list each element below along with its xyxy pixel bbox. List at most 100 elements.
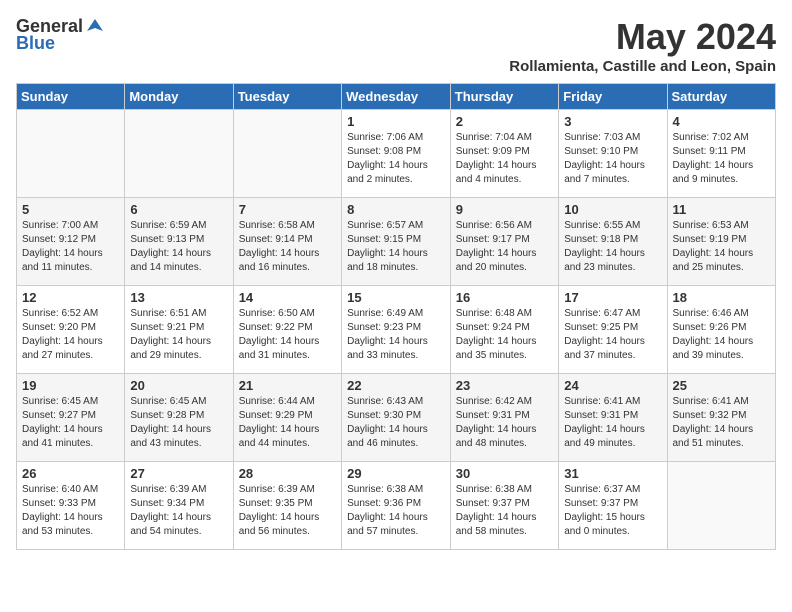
day-info: Sunrise: 6:47 AM Sunset: 9:25 PM Dayligh… — [564, 307, 661, 363]
day-info: Sunrise: 6:53 AM Sunset: 9:19 PM Dayligh… — [673, 219, 771, 275]
day-of-week-header: Tuesday — [233, 84, 341, 110]
day-number: 24 — [564, 378, 661, 393]
day-info: Sunrise: 6:58 AM Sunset: 9:14 PM Dayligh… — [239, 219, 336, 275]
calendar-cell: 4Sunrise: 7:02 AM Sunset: 9:11 PM Daylig… — [667, 110, 776, 198]
calendar-cell — [125, 110, 233, 198]
calendar-cell: 2 Sunrise: 7:04 AM Sunset: 9:09 PM Daylig… — [450, 110, 558, 198]
day-info: Sunrise: 6:45 AM Sunset: 9:28 PM Dayligh… — [130, 395, 227, 451]
day-info: Sunrise: 6:43 AM Sunset: 9:30 PM Dayligh… — [347, 395, 445, 451]
day-info: Sunrise: 6:51 AM Sunset: 9:21 PM Dayligh… — [130, 307, 227, 363]
calendar-cell — [17, 110, 125, 198]
day-number: 31 — [564, 466, 661, 481]
calendar-cell: 12 Sunrise: 6:52 AM Sunset: 9:20 PM Dayli… — [17, 286, 125, 374]
calendar-week-row: 26 Sunrise: 6:40 AM Sunset: 9:33 PM Dayli… — [17, 462, 776, 550]
calendar-week-row: 12 Sunrise: 6:52 AM Sunset: 9:20 PM Dayli… — [17, 286, 776, 374]
day-info: Sunrise: 6:39 AM Sunset: 9:35 PM Dayligh… — [239, 483, 336, 539]
day-info: Sunrise: 7:06 AM Sunset: 9:08 PM Dayligh… — [347, 131, 445, 187]
day-info: Sunrise: 6:42 AM Sunset: 9:31 PM Dayligh… — [456, 395, 553, 451]
calendar-cell: 5 Sunrise: 7:00 AM Sunset: 9:12 PM Daylig… — [17, 198, 125, 286]
day-number: 2 — [456, 114, 553, 129]
day-number: 27 — [130, 466, 227, 481]
day-number: 3 — [564, 114, 661, 129]
calendar-cell: 25 Sunrise: 6:41 AM Sunset: 9:32 PM Dayli… — [667, 374, 776, 462]
calendar-cell: 21 Sunrise: 6:44 AM Sunset: 9:29 PM Dayli… — [233, 374, 341, 462]
calendar-cell: 30Sunrise: 6:38 AM Sunset: 9:37 PM Dayli… — [450, 462, 558, 550]
day-info: Sunrise: 7:03 AM Sunset: 9:10 PM Dayligh… — [564, 131, 661, 187]
calendar-cell: 3 Sunrise: 7:03 AM Sunset: 9:10 PM Daylig… — [559, 110, 667, 198]
calendar-cell: 28 Sunrise: 6:39 AM Sunset: 9:35 PM Dayli… — [233, 462, 341, 550]
day-number: 13 — [130, 290, 227, 305]
calendar-cell: 24 Sunrise: 6:41 AM Sunset: 9:31 PM Dayli… — [559, 374, 667, 462]
logo: General Blue — [16, 16, 105, 54]
calendar-week-row: 1Sunrise: 7:06 AM Sunset: 9:08 PM Daylig… — [17, 110, 776, 198]
calendar-cell — [667, 462, 776, 550]
day-number: 16 — [456, 290, 553, 305]
day-number: 26 — [22, 466, 119, 481]
calendar-cell: 22 Sunrise: 6:43 AM Sunset: 9:30 PM Dayli… — [342, 374, 451, 462]
day-number: 17 — [564, 290, 661, 305]
day-number: 6 — [130, 202, 227, 217]
day-info: Sunrise: 6:45 AM Sunset: 9:27 PM Dayligh… — [22, 395, 119, 451]
calendar-cell: 26 Sunrise: 6:40 AM Sunset: 9:33 PM Dayli… — [17, 462, 125, 550]
day-info: Sunrise: 7:04 AM Sunset: 9:09 PM Dayligh… — [456, 131, 553, 187]
day-info: Sunrise: 6:59 AM Sunset: 9:13 PM Dayligh… — [130, 219, 227, 275]
day-number: 9 — [456, 202, 553, 217]
calendar-cell: 20 Sunrise: 6:45 AM Sunset: 9:28 PM Dayli… — [125, 374, 233, 462]
calendar-cell: 6 Sunrise: 6:59 AM Sunset: 9:13 PM Daylig… — [125, 198, 233, 286]
day-info: Sunrise: 6:41 AM Sunset: 9:32 PM Dayligh… — [673, 395, 771, 451]
day-number: 29 — [347, 466, 445, 481]
calendar-cell: 14 Sunrise: 6:50 AM Sunset: 9:22 PM Dayli… — [233, 286, 341, 374]
calendar-table: SundayMondayTuesdayWednesdayThursdayFrid… — [16, 83, 776, 550]
day-number: 22 — [347, 378, 445, 393]
day-info: Sunrise: 6:44 AM Sunset: 9:29 PM Dayligh… — [239, 395, 336, 451]
day-info: Sunrise: 6:48 AM Sunset: 9:24 PM Dayligh… — [456, 307, 553, 363]
calendar-week-row: 5 Sunrise: 7:00 AM Sunset: 9:12 PM Daylig… — [17, 198, 776, 286]
logo-blue: Blue — [16, 33, 55, 54]
day-info: Sunrise: 6:38 AM Sunset: 9:37 PM Dayligh… — [456, 483, 553, 539]
day-info: Sunrise: 6:37 AM Sunset: 9:37 PM Dayligh… — [564, 483, 661, 539]
day-of-week-header: Sunday — [17, 84, 125, 110]
calendar-cell: 18Sunrise: 6:46 AM Sunset: 9:26 PM Dayli… — [667, 286, 776, 374]
day-of-week-header: Monday — [125, 84, 233, 110]
day-info: Sunrise: 6:40 AM Sunset: 9:33 PM Dayligh… — [22, 483, 119, 539]
day-info: Sunrise: 6:50 AM Sunset: 9:22 PM Dayligh… — [239, 307, 336, 363]
day-number: 18 — [673, 290, 771, 305]
day-number: 20 — [130, 378, 227, 393]
day-of-week-header: Friday — [559, 84, 667, 110]
calendar-subtitle: Rollamienta, Castille and Leon, Spain — [509, 58, 776, 75]
day-number: 28 — [239, 466, 336, 481]
calendar-cell: 13 Sunrise: 6:51 AM Sunset: 9:21 PM Dayli… — [125, 286, 233, 374]
day-number: 21 — [239, 378, 336, 393]
calendar-cell: 10Sunrise: 6:55 AM Sunset: 9:18 PM Dayli… — [559, 198, 667, 286]
day-number: 7 — [239, 202, 336, 217]
calendar-cell: 17 Sunrise: 6:47 AM Sunset: 9:25 PM Dayli… — [559, 286, 667, 374]
day-of-week-header: Saturday — [667, 84, 776, 110]
day-number: 12 — [22, 290, 119, 305]
day-number: 11 — [673, 202, 771, 217]
day-number: 23 — [456, 378, 553, 393]
calendar-cell: 9 Sunrise: 6:56 AM Sunset: 9:17 PM Daylig… — [450, 198, 558, 286]
calendar-cell: 19Sunrise: 6:45 AM Sunset: 9:27 PM Dayli… — [17, 374, 125, 462]
calendar-cell: 16 Sunrise: 6:48 AM Sunset: 9:24 PM Dayli… — [450, 286, 558, 374]
day-number: 5 — [22, 202, 119, 217]
calendar-cell: 7 Sunrise: 6:58 AM Sunset: 9:14 PM Daylig… — [233, 198, 341, 286]
calendar-cell: 31 Sunrise: 6:37 AM Sunset: 9:37 PM Dayli… — [559, 462, 667, 550]
calendar-week-row: 19Sunrise: 6:45 AM Sunset: 9:27 PM Dayli… — [17, 374, 776, 462]
day-number: 8 — [347, 202, 445, 217]
day-info: Sunrise: 6:57 AM Sunset: 9:15 PM Dayligh… — [347, 219, 445, 275]
calendar-cell — [233, 110, 341, 198]
day-number: 10 — [564, 202, 661, 217]
day-number: 25 — [673, 378, 771, 393]
day-info: Sunrise: 6:56 AM Sunset: 9:17 PM Dayligh… — [456, 219, 553, 275]
day-info: Sunrise: 6:41 AM Sunset: 9:31 PM Dayligh… — [564, 395, 661, 451]
day-info: Sunrise: 7:02 AM Sunset: 9:11 PM Dayligh… — [673, 131, 771, 187]
calendar-cell: 23 Sunrise: 6:42 AM Sunset: 9:31 PM Dayli… — [450, 374, 558, 462]
day-info: Sunrise: 7:00 AM Sunset: 9:12 PM Dayligh… — [22, 219, 119, 275]
calendar-cell: 8 Sunrise: 6:57 AM Sunset: 9:15 PM Daylig… — [342, 198, 451, 286]
day-info: Sunrise: 6:52 AM Sunset: 9:20 PM Dayligh… — [22, 307, 119, 363]
calendar-header-row: SundayMondayTuesdayWednesdayThursdayFrid… — [17, 84, 776, 110]
calendar-cell: 27Sunrise: 6:39 AM Sunset: 9:34 PM Dayli… — [125, 462, 233, 550]
calendar-cell: 11 Sunrise: 6:53 AM Sunset: 9:19 PM Dayli… — [667, 198, 776, 286]
day-number: 14 — [239, 290, 336, 305]
calendar-cell: 15Sunrise: 6:49 AM Sunset: 9:23 PM Dayli… — [342, 286, 451, 374]
